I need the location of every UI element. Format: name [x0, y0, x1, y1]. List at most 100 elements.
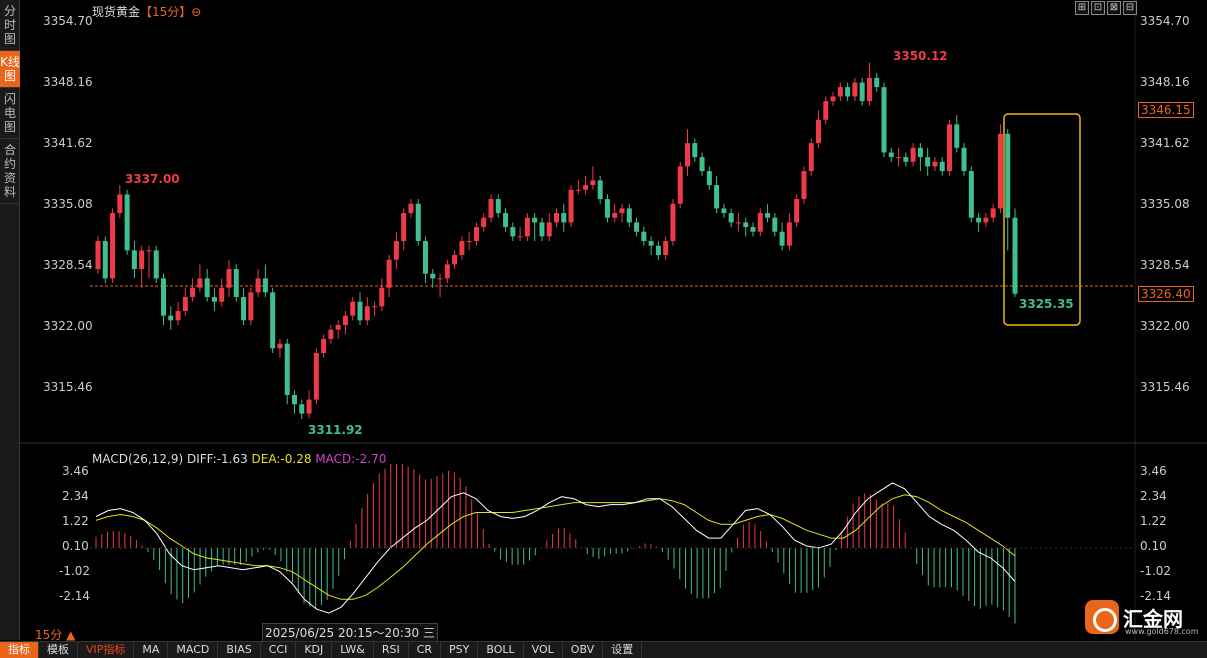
candle-body [670, 203, 676, 242]
vip-indicator-tab[interactable]: VIP指标 [78, 642, 135, 658]
close-icon[interactable]: ⊟ [1123, 1, 1137, 15]
zoom-out-icon[interactable]: ⊖ [191, 5, 201, 19]
indicator-toolbar: 指标 模板 VIP指标 MA MACD BIAS CCI KDJ LW& RSI… [0, 641, 1207, 658]
indicator-obv[interactable]: OBV [563, 642, 604, 658]
candle-body [473, 227, 479, 242]
indicator-cr[interactable]: CR [409, 642, 442, 658]
candle-body [124, 194, 130, 251]
side-tab-contract-info[interactable]: 合约资料 [0, 139, 20, 204]
candle-body [641, 231, 647, 242]
move-icon[interactable]: ⊞ [1075, 1, 1089, 15]
candle-body [692, 143, 698, 158]
candle-body [634, 222, 640, 232]
macd-value: MACD:-2.70 [315, 452, 387, 466]
template-tab[interactable]: 模板 [39, 642, 78, 658]
logo-url: www.gold678.com [1125, 627, 1199, 636]
detach-icon[interactable]: ⊠ [1107, 1, 1121, 15]
candle-body [561, 213, 567, 223]
indicator-kdj[interactable]: KDJ [296, 642, 333, 658]
candle-body [568, 189, 574, 223]
side-tab-k-line[interactable]: K线图 [0, 51, 20, 88]
candle-body [816, 119, 821, 144]
candle-body [794, 199, 800, 223]
indicator-psy[interactable]: PSY [441, 642, 479, 658]
candle-body [517, 236, 523, 238]
candle-body [772, 217, 778, 232]
dea-line [95, 494, 1016, 600]
candle-body [714, 185, 720, 209]
indicator-cci[interactable]: CCI [261, 642, 297, 658]
candle-body [161, 278, 166, 316]
candle-body [357, 301, 363, 321]
indicator-bias[interactable]: BIAS [218, 642, 261, 658]
settings-button[interactable]: 设置 [603, 642, 643, 658]
candle-body [866, 77, 872, 102]
last-price-tag: 3326.40 [1138, 286, 1194, 302]
candle-body [532, 217, 538, 223]
candle-body [182, 297, 188, 312]
candle-body [677, 166, 683, 204]
logo-icon [1085, 600, 1119, 634]
candle-body [845, 87, 851, 97]
candle-body [211, 297, 217, 302]
candle-body [204, 278, 210, 298]
last-low-annotation: 3325.35 [1019, 297, 1074, 311]
candle-body [335, 325, 341, 330]
indicator-ma[interactable]: MA [134, 642, 169, 658]
side-tab-flash-chart[interactable]: 闪电图 [0, 88, 20, 139]
crosshair-time-label: 2025/06/25 20:15～20:30 三 [262, 623, 438, 642]
candle-body [765, 213, 771, 218]
candle-body [459, 241, 465, 256]
candle-body [881, 87, 887, 153]
indicator-rsi[interactable]: RSI [374, 642, 409, 658]
side-tab-time-chart[interactable]: 分时图 [0, 0, 20, 51]
right-macd-label: 3.46 [1140, 464, 1167, 478]
candle-body [976, 217, 982, 223]
right-price-label: 3348.16 [1140, 75, 1190, 89]
right-price-label: 3341.62 [1140, 136, 1190, 150]
price-axis-label: 3328.54 [43, 258, 93, 272]
candle-body [153, 250, 159, 279]
high-left-annotation: 3337.00 [125, 172, 180, 186]
candle-body [430, 273, 436, 279]
indicator-boll[interactable]: BOLL [478, 642, 524, 658]
candle-body [859, 82, 865, 102]
candle-body [372, 306, 378, 308]
candle-body [925, 157, 931, 167]
candle-body [823, 101, 829, 120]
candle-body [888, 152, 894, 158]
indicator-lw[interactable]: LW& [332, 642, 374, 658]
right-price-label: 3354.70 [1140, 14, 1190, 28]
candle-body [619, 208, 625, 214]
candle-body [910, 147, 916, 162]
period-indicator[interactable]: 【15分】 [140, 5, 191, 19]
high-annotation: 3350.12 [893, 49, 948, 63]
right-price-label: 3315.46 [1140, 380, 1190, 394]
candle-body [437, 278, 443, 280]
candle-body [226, 269, 232, 288]
candle-body [393, 241, 399, 260]
macd-legend[interactable]: MACD(26,12,9) DIFF:-1.63 DEA:-0.28 MACD:… [92, 452, 386, 466]
candle-body [284, 343, 290, 395]
candle-body [408, 203, 414, 214]
candle-body [233, 269, 239, 298]
candle-body [386, 259, 392, 288]
candle-body [219, 287, 225, 302]
candle-body [990, 208, 996, 218]
current-price-tag: 3346.15 [1138, 102, 1194, 118]
candle-body [757, 213, 763, 232]
candle-body [626, 208, 632, 223]
candle-body [175, 311, 181, 321]
indicator-vol[interactable]: VOL [524, 642, 563, 658]
indicator-tab[interactable]: 指标 [0, 642, 39, 658]
candle-body [95, 241, 101, 270]
candle-body [241, 297, 247, 321]
candle-body [808, 143, 814, 172]
candle-body [510, 227, 516, 237]
indicator-macd[interactable]: MACD [168, 642, 219, 658]
restore-icon[interactable]: ⊡ [1091, 1, 1105, 15]
macd-axis-label: -1.02 [59, 564, 91, 578]
chart-canvas[interactable] [0, 0, 1207, 640]
window-buttons: ⊞ ⊡ ⊠ ⊟ [1075, 1, 1137, 15]
price-axis-label: 3322.00 [43, 319, 93, 333]
